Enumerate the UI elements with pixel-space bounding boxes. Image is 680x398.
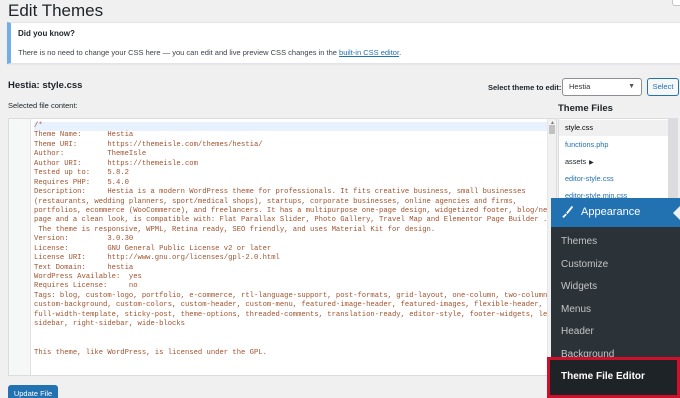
notice-text: There is no need to change your CSS here… bbox=[18, 48, 401, 57]
css-editor-link[interactable]: built-in CSS editor bbox=[339, 48, 399, 57]
chevron-down-icon: ▼ bbox=[628, 83, 635, 90]
theme-file-item[interactable]: functions.php bbox=[559, 137, 668, 153]
code-line: License URI: http://www.gnu.org/licenses… bbox=[34, 254, 280, 263]
code-line: portfolios, ecommerce (WooCommerce), and… bbox=[34, 206, 556, 215]
code-line: full-width-template, sticky-post, theme-… bbox=[34, 310, 557, 319]
code-line: Tags: blog, custom-logo, portfolio, e-co… bbox=[34, 291, 556, 300]
code-line: Description: Hestia is a modern WordPres… bbox=[34, 188, 526, 197]
notice-title: Did you know? bbox=[18, 29, 75, 38]
theme-file-label: assets bbox=[565, 157, 587, 166]
code-line: custom-background, custom-colors, custom… bbox=[34, 301, 543, 310]
theme-select-dropdown[interactable]: Hestia ▼ bbox=[562, 78, 642, 96]
code-content[interactable]: /* Theme Name: Hestia Theme URI: https://t… bbox=[34, 122, 557, 358]
code-line: sidebar, right-sidebar, wide-blocks bbox=[34, 320, 185, 329]
select-theme-button[interactable]: Select bbox=[647, 78, 679, 96]
theme-file-editor-menu-item[interactable]: Theme File Editor bbox=[547, 357, 680, 398]
code-line: Theme URI: https://themeisle.com/themes/… bbox=[34, 140, 263, 149]
appearance-submenu-item[interactable]: Customize bbox=[561, 259, 608, 270]
notice-suffix: . bbox=[399, 48, 402, 57]
editor-gutter bbox=[9, 119, 31, 375]
page-title: Edit Themes bbox=[8, 1, 104, 20]
appearance-submenu-item[interactable]: Widgets bbox=[561, 281, 597, 292]
code-line: Author URI: https://themeisle.com bbox=[34, 159, 198, 168]
selected-file-label: Selected file content: bbox=[8, 101, 78, 110]
code-editor[interactable]: /* Theme Name: Hestia Theme URI: https://t… bbox=[8, 118, 557, 376]
code-line: This theme, like WordPress, is licensed … bbox=[34, 348, 267, 357]
theme-file-item[interactable]: editor-style.css bbox=[559, 171, 668, 187]
folder-expand-icon[interactable]: ▶ bbox=[589, 160, 594, 166]
theme-files-scrollbar[interactable] bbox=[669, 118, 678, 208]
update-file-button[interactable]: Update File bbox=[8, 385, 58, 398]
theme-file-item[interactable]: style.css bbox=[559, 120, 668, 136]
theme-select-label: Select theme to edit: bbox=[488, 83, 562, 92]
appearance-submenu-item[interactable]: Themes bbox=[561, 236, 597, 247]
notice-message: There is no need to change your CSS here… bbox=[18, 48, 340, 57]
code-line: page and a clean look, is compatible wit… bbox=[34, 216, 548, 225]
appearance-menu-label: Appearance bbox=[581, 206, 641, 218]
code-line: Requires License: no bbox=[34, 282, 138, 291]
appearance-submenu-item[interactable]: Header bbox=[561, 326, 594, 337]
code-line: Author: ThemeIsle bbox=[34, 150, 147, 159]
theme-select-value: Hestia bbox=[569, 82, 591, 91]
code-line: Theme Name: Hestia bbox=[34, 131, 134, 140]
appearance-submenu-item[interactable]: Menus bbox=[561, 304, 591, 315]
theme-file-label: editor-style.css bbox=[565, 174, 614, 183]
menu-pointer-notch bbox=[673, 206, 680, 220]
code-line: Text Domain: hestia bbox=[34, 263, 134, 272]
code-line: WordPress Available: yes bbox=[34, 273, 142, 281]
appearance-menu-header[interactable]: Appearance bbox=[551, 198, 680, 227]
code-line: Tested up to: 5.8.2 bbox=[34, 169, 129, 178]
file-heading: Hestia: style.css bbox=[8, 80, 83, 91]
code-line: Version: 3.0.30 bbox=[34, 235, 134, 244]
did-you-know-notice: Did you know? There is no need to change… bbox=[7, 22, 680, 64]
theme-files-title: Theme Files bbox=[558, 103, 613, 114]
code-line: The theme is responsive, WPML, Retina re… bbox=[34, 225, 436, 234]
theme-file-label: functions.php bbox=[565, 140, 609, 149]
theme-files-list: style.css functions.php assets ▶ editor-styl… bbox=[558, 118, 669, 208]
theme-file-label: style.css bbox=[565, 123, 593, 132]
help-tab-button[interactable] bbox=[672, 0, 680, 6]
paintbrush-icon bbox=[562, 206, 573, 218]
code-line: (restaurants, wedding planners, sport/me… bbox=[34, 197, 518, 206]
editor-scroll-thumb[interactable] bbox=[549, 125, 555, 134]
code-line: /* bbox=[34, 122, 549, 132]
theme-file-item[interactable]: assets ▶ bbox=[559, 154, 668, 170]
code-line: License: GNU General Public License v2 o… bbox=[34, 244, 272, 253]
theme-file-editor-label: Theme File Editor bbox=[561, 371, 645, 382]
code-line: Requires PHP: 5.4.0 bbox=[34, 178, 129, 187]
